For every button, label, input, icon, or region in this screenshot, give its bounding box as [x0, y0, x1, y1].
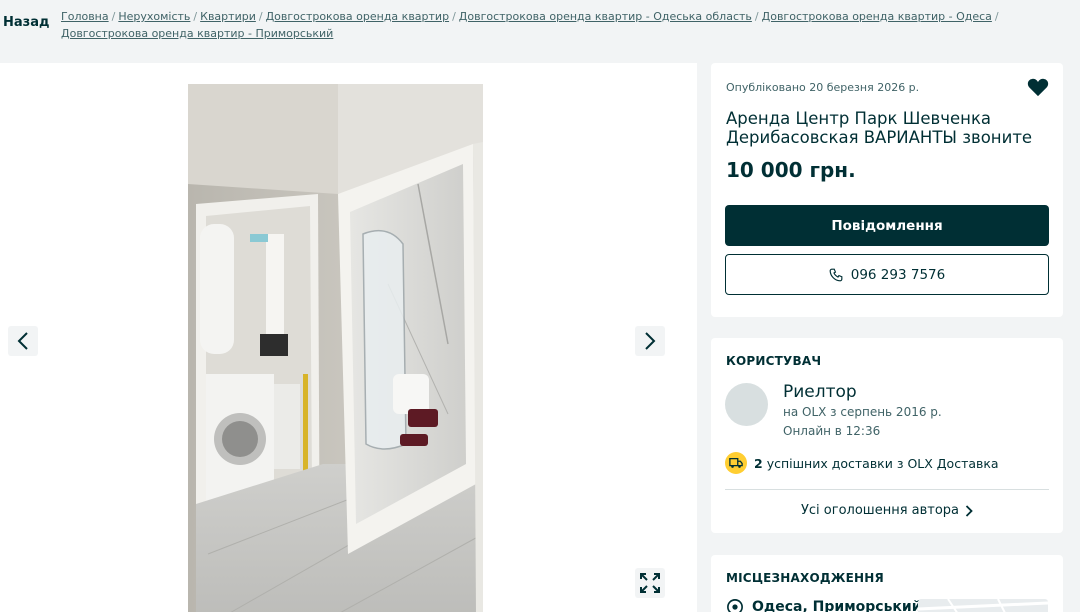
delivery-stats: 2 успішних доставки з OLX Доставка — [725, 452, 999, 474]
breadcrumb-separator: / — [452, 10, 456, 23]
map-thumbnail[interactable] — [918, 599, 1048, 612]
location-card: Місцезнаходження Одеса, Приморський — [711, 555, 1063, 612]
breadcrumb-separator: / — [111, 10, 116, 23]
message-button[interactable]: Повідомлення — [725, 205, 1049, 246]
seller-card: Користувач Риелтор на OLX з серпень 2016… — [711, 338, 1063, 533]
breadcrumb-item-long-term-rent[interactable]: Довгострокова оренда квартир — [266, 10, 449, 23]
breadcrumb-separator: / — [754, 10, 759, 23]
listing-price: 10 000 грн. — [726, 158, 856, 182]
breadcrumb: Головна / Нерухомість / Квартири / Довгостроко… — [61, 8, 1066, 42]
breadcrumb-item-apartments[interactable]: Квартири — [200, 10, 256, 23]
seller-last-online: Онлайн в 12:36 — [783, 424, 881, 438]
delivery-count: 2 — [754, 455, 763, 471]
breadcrumb-item-odesa-region[interactable]: Довгострокова оренда квартир - Одеська о… — [459, 10, 752, 23]
breadcrumb-separator: / — [258, 10, 263, 23]
listing-card: Опубліковано 20 березня 2026 р. Аренда Ц… — [711, 63, 1063, 317]
breadcrumb-separator: / — [994, 10, 999, 23]
favorite-button[interactable] — [1027, 77, 1049, 101]
breadcrumb-item-prymorskyi[interactable]: Довгострокова оренда квартир - Приморськ… — [61, 27, 333, 40]
photo-gallery — [0, 63, 697, 612]
phone-number: 096 293 7576 — [850, 266, 946, 283]
seller-section-title: Користувач — [726, 354, 822, 368]
breadcrumb-separator: / — [193, 10, 198, 23]
seller-name[interactable]: Риелтор — [783, 382, 857, 402]
show-phone-button[interactable]: 096 293 7576 — [725, 254, 1049, 295]
chevron-right-icon — [965, 504, 973, 517]
breadcrumb-item-home[interactable]: Головна — [61, 10, 109, 23]
breadcrumb-item-real-estate[interactable]: Нерухомість — [118, 10, 190, 23]
chevron-left-icon — [17, 332, 28, 350]
listing-photo[interactable] — [188, 84, 483, 612]
back-link[interactable]: Назад — [3, 15, 49, 30]
expand-icon — [640, 573, 660, 593]
next-photo-button[interactable] — [635, 326, 665, 356]
avatar[interactable] — [725, 383, 768, 426]
delivery-text: успішних доставки з OLX Доставка — [766, 455, 999, 471]
prev-photo-button[interactable] — [8, 326, 38, 356]
phone-icon — [829, 268, 843, 281]
bathroom-photo-illustration — [188, 84, 483, 612]
location-row: Одеса, Приморський — [726, 598, 922, 612]
all-ads-label: Усі оголошення автора — [800, 503, 960, 518]
truck-icon — [725, 452, 747, 474]
chevron-right-icon — [645, 332, 656, 350]
all-ads-link[interactable]: Усі оголошення автора — [711, 503, 1063, 518]
location-pin-icon — [727, 599, 743, 612]
fullscreen-button[interactable] — [635, 568, 665, 598]
listing-title: Аренда Центр Парк Шевченка Дерибасовская… — [726, 109, 1033, 147]
location-section-title: Місцезнаходження — [726, 571, 884, 585]
posted-date: Опубліковано 20 березня 2026 р. — [726, 81, 920, 94]
divider — [725, 489, 1049, 490]
breadcrumb-item-odesa[interactable]: Довгострокова оренда квартир - Одеса — [762, 10, 992, 23]
seller-member-since: на OLX з серпень 2016 р. — [783, 405, 942, 419]
location-text: Одеса, Приморський — [752, 599, 922, 612]
heart-icon — [1027, 78, 1049, 97]
